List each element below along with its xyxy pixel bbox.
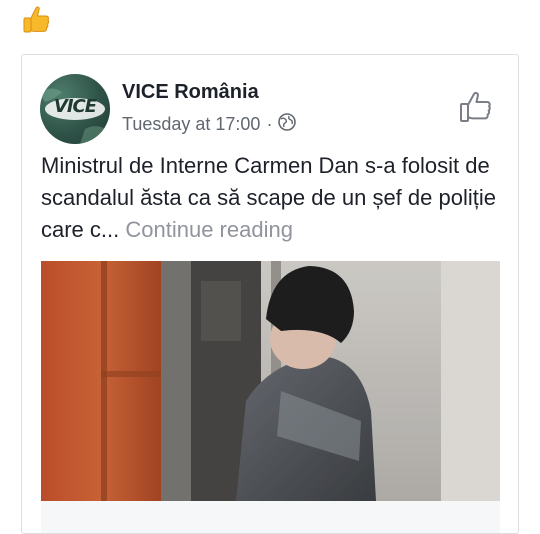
link-preview-image[interactable] [41,261,500,501]
continue-reading-link[interactable]: Continue reading [125,217,293,242]
page-avatar[interactable]: VICE [40,74,110,144]
avatar-logo-text: VICE [53,96,97,117]
globe-icon[interactable] [278,113,297,136]
thumbs-up-reaction-icon[interactable] [20,4,52,36]
link-preview-title[interactable] [41,501,500,533]
meta-separator: · [266,114,273,134]
post-text: Ministrul de Interne Carmen Dan s-a folo… [41,150,511,246]
page-name[interactable]: VICE România [122,81,259,104]
post-timestamp[interactable]: Tuesday at 17:00 [122,114,260,135]
post-card: VICE VICE România Tuesday at 17:00 · Min… [21,54,519,534]
post-meta: Tuesday at 17:00 · [122,113,297,136]
like-page-thumb-icon[interactable] [458,89,494,125]
